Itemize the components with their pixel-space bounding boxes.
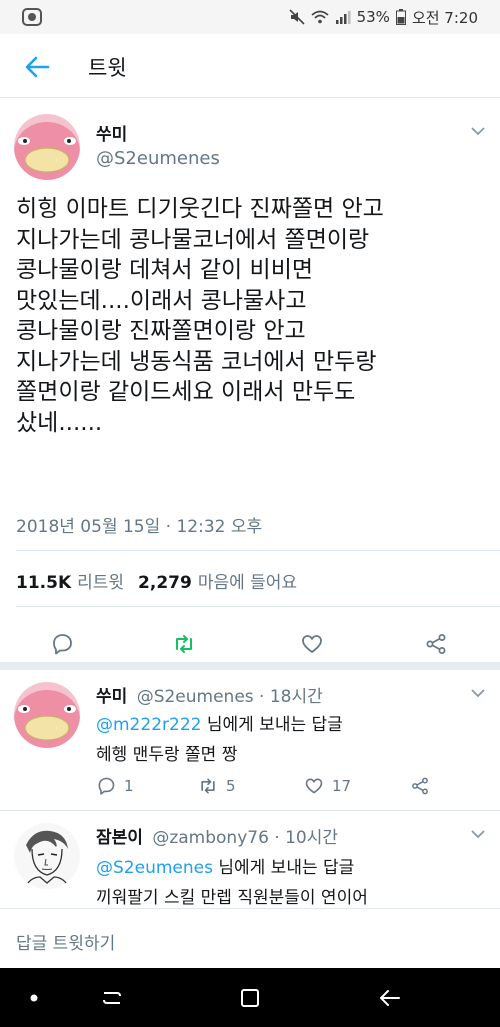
tweet-text-line: 맛있는데....이래서 콩나물사고 (16, 287, 307, 314)
tweet-actions (0, 618, 500, 664)
pink-character-avatar-icon (14, 682, 80, 748)
tweet-text-line: 콩나물이랑 진짜쫄면이랑 안고 (16, 318, 306, 344)
reply-compose-bar: 답글 트윗하기 (0, 908, 500, 968)
like-label[interactable]: 마음에 들어요 (198, 568, 297, 593)
divider (16, 550, 500, 551)
system-navigation-bar (0, 968, 500, 1027)
display-name[interactable]: 잠본이 (96, 828, 143, 848)
reply-tweet[interactable]: 쑤미 @S2eumenes · 18시간 @m222r222 님에게 보내는 답… (0, 670, 500, 810)
share-icon[interactable] (424, 632, 448, 656)
reply-count: 1 (124, 777, 134, 795)
battery-percent: 53% (356, 8, 390, 26)
section-separator (0, 662, 500, 670)
status-bar: 53% 오전 7:20 (0, 0, 500, 34)
reply-header: 쑤미 @S2eumenes · 18시간 (96, 682, 323, 707)
retweet-icon[interactable] (172, 632, 196, 656)
avatar[interactable] (14, 823, 80, 889)
wifi-icon (311, 10, 329, 24)
like-button[interactable]: 17 (304, 776, 351, 796)
dot-icon[interactable] (22, 986, 46, 1010)
retweet-icon (201, 778, 215, 794)
clock: 오전 7:20 (411, 8, 478, 27)
app-header: 트윗 (0, 34, 500, 98)
tweet-text-line: 콩나물이랑 데쳐서 같이 비비면 (16, 257, 314, 283)
divider (16, 606, 500, 607)
mention-link[interactable]: @S2eumenes (96, 858, 213, 878)
app-notification-icon (22, 8, 42, 26)
display-name[interactable]: 쑤미 (96, 687, 127, 707)
user-handle[interactable]: @S2eumenes (96, 148, 220, 169)
reply-icon (98, 777, 115, 795)
reply-to-line: @S2eumenes 님에게 보내는 답글 (96, 853, 354, 878)
reply-actions: 1 5 17 (96, 776, 456, 800)
status-icons: 53% 오전 7:20 (289, 8, 478, 27)
share-icon (412, 777, 428, 795)
main-tweet: 쑤미 @S2eumenes 히힝 이마트 디기웃긴다 진짜쫄면 안고 지나가는데… (0, 98, 500, 672)
recent-apps-icon[interactable] (100, 986, 124, 1010)
tweet-text-line: 샀네...... (16, 409, 103, 436)
tweet-text-line: 쫄면이랑 같이드세요 이래서 만두도 (16, 379, 356, 405)
tweet-timestamp[interactable]: 2018년 05월 15일 · 12:32 오후 (16, 512, 262, 537)
mute-icon (289, 9, 305, 25)
home-icon[interactable] (238, 986, 262, 1010)
reply-text: 헤헹 맨두랑 쫄면 짱 (96, 745, 238, 765)
avatar[interactable] (14, 682, 80, 748)
handle-time: @zambony76 · 10시간 (152, 828, 339, 848)
chevron-down-icon[interactable] (470, 126, 486, 136)
reply-to-label: 님에게 보내는 답글 (201, 715, 343, 735)
reply-text: 끼워팔기 스킬 만렙 직원분들이 연이어 (96, 888, 368, 908)
retweet-count: 5 (226, 777, 236, 795)
heart-icon[interactable] (300, 632, 324, 656)
reply-input[interactable]: 답글 트윗하기 (16, 929, 115, 954)
reply-to-line: @m222r222 님에게 보내는 답글 (96, 710, 343, 735)
reply-to-label: 님에게 보내는 답글 (212, 858, 355, 878)
sketch-portrait-avatar-icon (14, 823, 80, 889)
retweet-label[interactable]: 리트윗 (77, 568, 124, 593)
reply-header: 잠본이 @zambony76 · 10시간 (96, 823, 338, 848)
retweet-count[interactable]: 11.5K (16, 573, 71, 593)
back-arrow-icon[interactable] (22, 52, 52, 82)
share-button[interactable] (410, 776, 430, 796)
chevron-down-icon[interactable] (470, 829, 486, 839)
back-icon[interactable] (378, 986, 402, 1010)
display-name[interactable]: 쑤미 (96, 120, 127, 145)
page-title: 트윗 (88, 56, 127, 80)
reply-tweet[interactable]: 잠본이 @zambony76 · 10시간 @S2eumenes 님에게 보내는… (0, 811, 500, 908)
tweet-text: 히힝 이마트 디기웃긴다 진짜쫄면 안고 지나가는데 콩나물코너에서 쫄면이랑 … (16, 194, 490, 438)
retweet-button[interactable]: 5 (198, 776, 236, 796)
handle-time: @S2eumenes · 18시간 (136, 687, 323, 707)
reply-icon[interactable] (50, 632, 74, 656)
reply-button[interactable]: 1 (96, 776, 134, 796)
battery-icon (395, 9, 406, 25)
tweet-stats: 11.5K 리트윗 2,279 마음에 들어요 (16, 568, 297, 593)
pink-character-avatar-icon (14, 114, 80, 180)
mention-link[interactable]: @m222r222 (96, 715, 201, 735)
like-count: 17 (332, 777, 352, 795)
heart-icon (305, 778, 323, 794)
chevron-down-icon[interactable] (470, 688, 486, 698)
avatar[interactable] (14, 114, 80, 180)
signal-icon (335, 11, 351, 24)
tweet-text-line: 히힝 이마트 디기웃긴다 진짜쫄면 안고 (16, 196, 384, 222)
tweet-text-line: 지나가는데 냉동식품 코너에서 만두랑 (16, 348, 377, 375)
tweet-text-line: 지나가는데 콩나물코너에서 쫄면이랑 (16, 226, 370, 253)
like-count[interactable]: 2,279 (138, 573, 192, 593)
